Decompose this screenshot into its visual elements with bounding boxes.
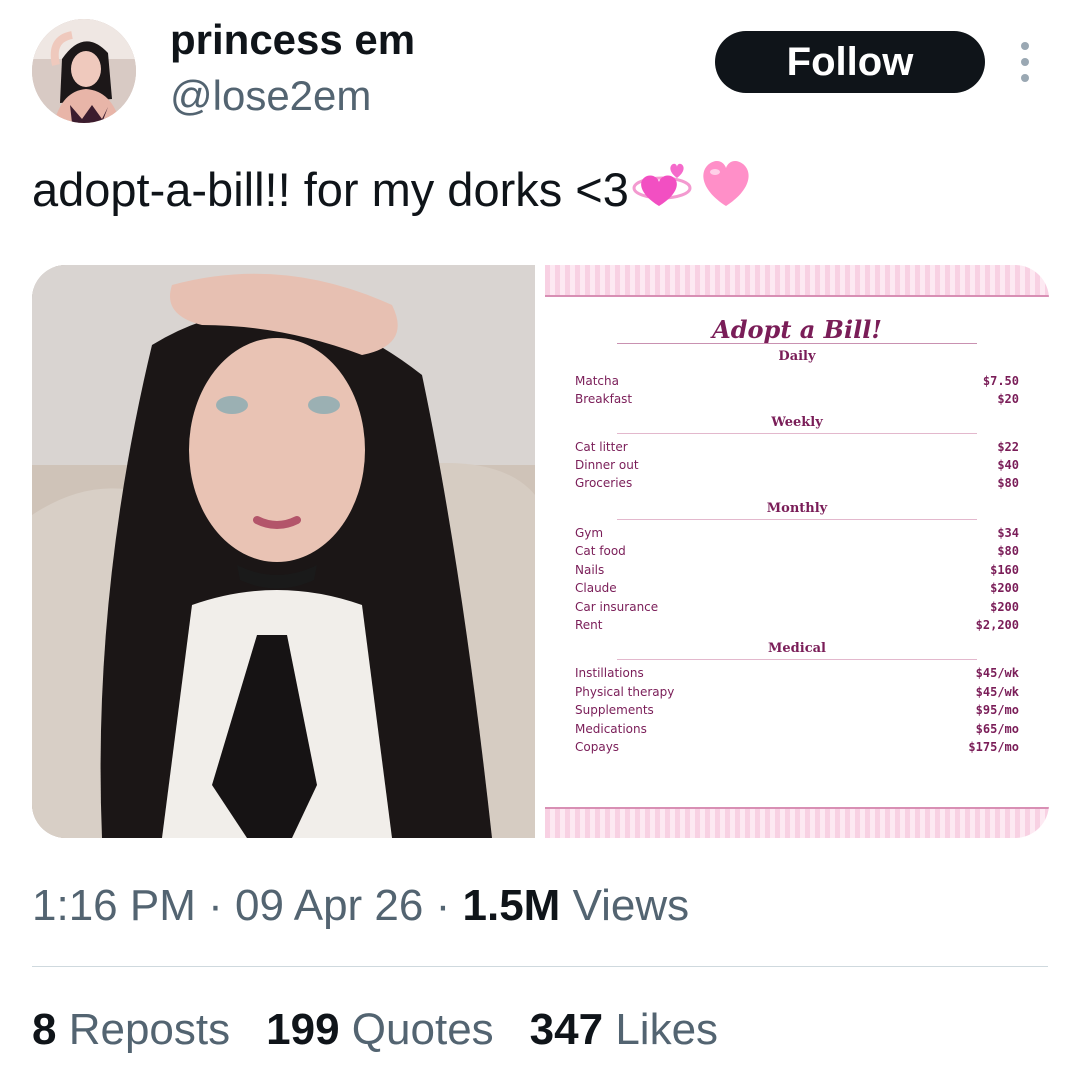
engagement-stats: 8 Reposts 199 Quotes 347 Likes — [32, 1002, 718, 1058]
bill-sheet: Adopt a Bill! Daily Matcha $7.50 Breakfas… — [545, 295, 1049, 809]
bill-amount: $95/mo — [975, 703, 1019, 717]
bill-row: Medications $65/mo — [575, 720, 1019, 738]
bill-item: Supplements — [575, 703, 654, 717]
bill-item: Dinner out — [575, 458, 639, 472]
bill-item: Claude — [575, 581, 617, 595]
bill-row: Cat food $80 — [575, 542, 1019, 560]
author-display-name[interactable]: princess em — [170, 14, 415, 66]
tweet-text-row: adopt-a-bill!! for my dorks <3 — [32, 150, 757, 229]
bill-amount: $200 — [990, 600, 1019, 614]
reposts-stat[interactable]: 8 Reposts — [32, 1002, 230, 1058]
bill-section-daily: Daily — [778, 349, 816, 364]
bill-section-divider — [617, 659, 977, 660]
tweet-text: adopt-a-bill!! for my dorks <3 — [32, 162, 629, 216]
bill-item: Physical therapy — [575, 685, 675, 699]
bill-item: Breakfast — [575, 392, 633, 406]
bill-row: Groceries $80 — [575, 474, 1019, 492]
tweet-meta: 1:16 PM · 09 Apr 26 · 1.5M Views — [32, 878, 689, 934]
bill-row: Instillations $45/wk — [575, 664, 1019, 682]
bill-amount: $45/wk — [975, 666, 1019, 680]
quotes-stat[interactable]: 199 Quotes — [266, 1002, 494, 1058]
bill-item: Gym — [575, 526, 604, 540]
bill-amount: $7.50 — [982, 374, 1019, 388]
bill-amount: $40 — [997, 458, 1019, 472]
bill-title-divider — [617, 343, 977, 344]
likes-label: Likes — [615, 1005, 719, 1054]
bill-row: Cat litter $22 — [575, 438, 1019, 456]
bill-row: Nails $160 — [575, 561, 1019, 579]
meta-separator: · — [208, 881, 235, 930]
bill-amount: $200 — [990, 581, 1019, 595]
bill-row: Matcha $7.50 — [575, 372, 1019, 390]
reposts-count: 8 — [32, 1005, 57, 1054]
selfie-photo[interactable] — [32, 265, 535, 838]
adopt-a-bill-image[interactable]: Adopt a Bill! Daily Matcha $7.50 Breakfas… — [545, 265, 1049, 838]
bill-section-divider — [617, 519, 977, 520]
tweet-date[interactable]: 09 Apr 26 — [235, 881, 423, 930]
bill-amount: $160 — [990, 563, 1019, 577]
bill-section-divider — [617, 433, 977, 434]
follow-button[interactable]: Follow — [715, 31, 985, 93]
likes-stat[interactable]: 347 Likes — [530, 1002, 718, 1058]
bill-item: Cat litter — [575, 440, 628, 454]
bill-row: Supplements $95/mo — [575, 701, 1019, 719]
tweet-media[interactable]: Adopt a Bill! Daily Matcha $7.50 Breakfas… — [32, 265, 1049, 838]
bill-row: Rent $2,200 — [575, 616, 1019, 634]
bill-amount: $34 — [997, 526, 1019, 540]
bill-section-weekly: Weekly — [771, 415, 823, 430]
quotes-count: 199 — [266, 1005, 340, 1054]
bill-amount: $2,200 — [975, 618, 1019, 632]
bill-amount: $80 — [997, 476, 1019, 490]
bill-item: Matcha — [575, 374, 619, 388]
reposts-label: Reposts — [68, 1005, 231, 1054]
views-label: Views — [572, 881, 690, 930]
bill-row: Claude $200 — [575, 579, 1019, 597]
bill-section-monthly: Monthly — [766, 501, 828, 516]
pink-heart-emoji — [695, 150, 757, 229]
bill-item: Medications — [575, 722, 647, 736]
bill-amount: $45/wk — [975, 685, 1019, 699]
bill-amount: $80 — [997, 544, 1019, 558]
bill-row: Car insurance $200 — [575, 598, 1019, 616]
bill-item: Cat food — [575, 544, 626, 558]
likes-count: 347 — [529, 1005, 604, 1054]
bill-section-medical: Medical — [768, 641, 826, 656]
views-count: 1.5M — [462, 881, 561, 930]
bill-item: Nails — [575, 563, 605, 577]
bill-amount: $20 — [997, 392, 1019, 406]
bill-row: Copays $175/mo — [575, 738, 1019, 756]
meta-separator: · — [435, 881, 463, 930]
bill-item: Copays — [575, 740, 620, 754]
bill-item: Groceries — [575, 476, 633, 490]
avatar[interactable] — [32, 19, 136, 123]
tweet-time[interactable]: 1:16 PM — [32, 881, 196, 930]
author-handle[interactable]: @lose2em — [170, 70, 371, 122]
quotes-label: Quotes — [351, 1005, 494, 1054]
bill-item: Instillations — [575, 666, 644, 680]
bill-row: Gym $34 — [575, 524, 1019, 542]
more-options-icon[interactable] — [1018, 42, 1032, 82]
revolving-hearts-emoji — [631, 150, 693, 229]
bill-row: Physical therapy $45/wk — [575, 683, 1019, 701]
bill-amount: $22 — [997, 440, 1019, 454]
bill-amount: $65/mo — [975, 722, 1019, 736]
bill-row: Dinner out $40 — [575, 456, 1019, 474]
bill-amount: $175/mo — [968, 740, 1019, 754]
bill-row: Breakfast $20 — [575, 390, 1019, 408]
bill-item: Rent — [575, 618, 603, 632]
bill-title: Adopt a Bill! — [712, 315, 882, 344]
divider — [32, 966, 1048, 967]
bill-item: Car insurance — [575, 600, 659, 614]
